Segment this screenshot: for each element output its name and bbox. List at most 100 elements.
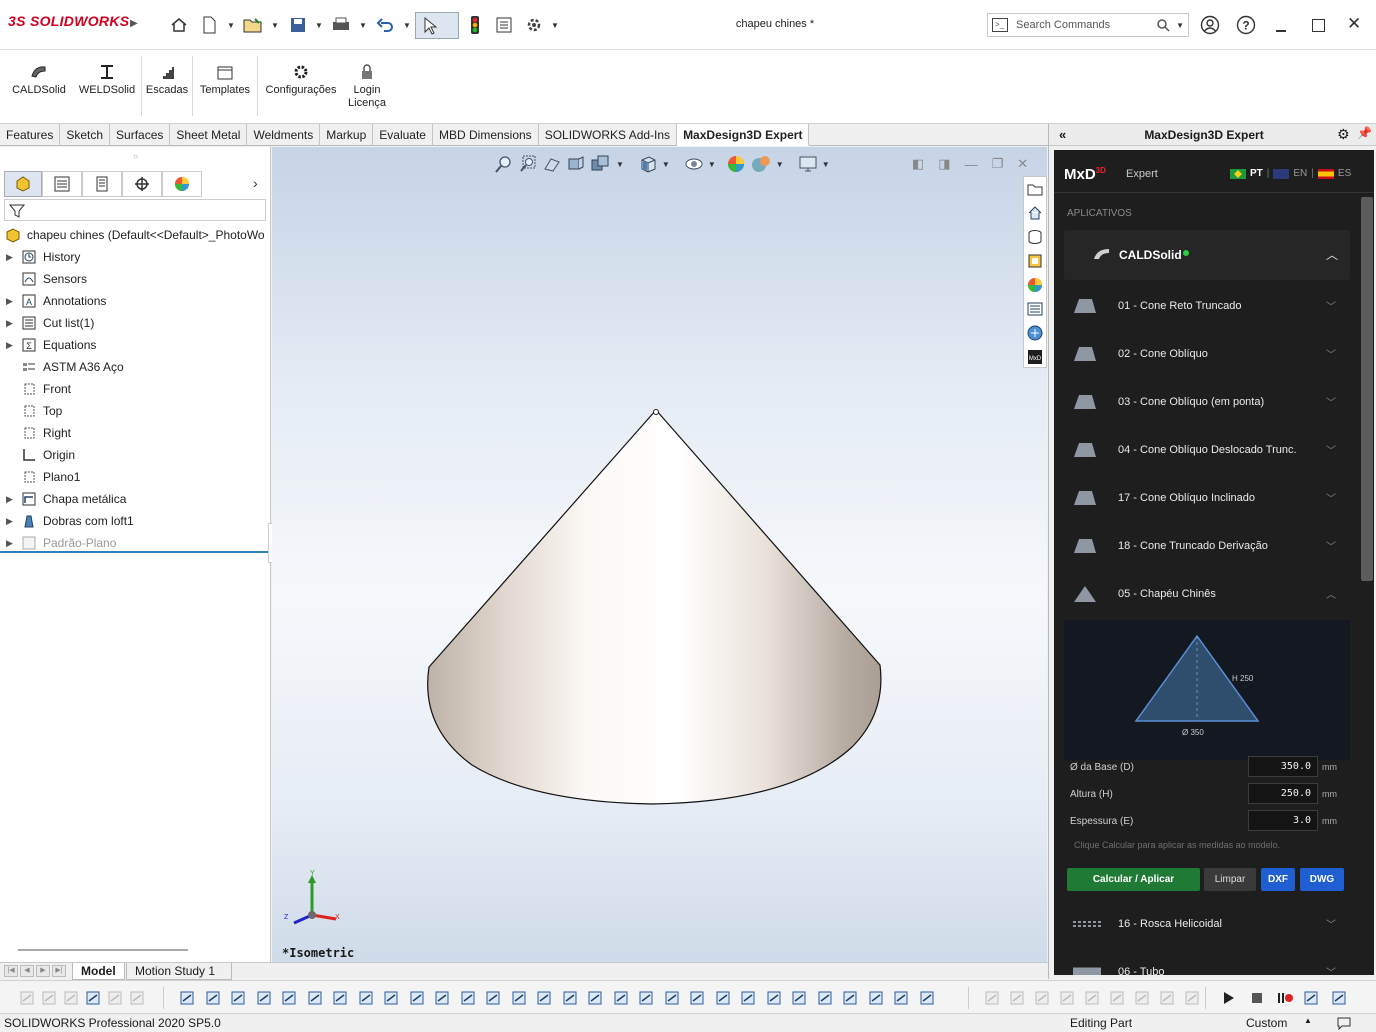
- unit-system-caret-icon[interactable]: ▲: [1304, 1016, 1312, 1025]
- mxd-item-4[interactable]: 04 - Cone Oblíquo Deslocado Trunc. ﹀: [1064, 426, 1350, 474]
- solidworks-logo[interactable]: 3S SOLIDWORKS: [8, 13, 129, 29]
- draft-icon-3[interactable]: [1033, 989, 1051, 1007]
- dimxpert-tab-icon[interactable]: [122, 171, 162, 197]
- tab-evaluate[interactable]: Evaluate: [373, 124, 433, 146]
- print-icon[interactable]: [330, 14, 352, 36]
- tree-item-annotations[interactable]: ▶ A Annotations: [6, 290, 106, 312]
- caldsolid-button[interactable]: CALDSolid: [6, 58, 72, 120]
- configuracoes-button[interactable]: Configurações: [259, 58, 343, 120]
- tree-item-history[interactable]: ▶ History: [6, 246, 80, 268]
- file-properties-icon[interactable]: [493, 14, 515, 36]
- import-icon[interactable]: [1302, 989, 1320, 1007]
- options-gear-icon[interactable]: [523, 14, 545, 36]
- mxd-item-5[interactable]: 17 - Cone Oblíquo Inclinado ﹀: [1064, 474, 1350, 522]
- move-icon[interactable]: [841, 989, 859, 1007]
- ghost-select-icon[interactable]: [128, 989, 146, 1007]
- tree-item-chapa-met-lica[interactable]: ▶ Chapa metálica: [6, 488, 126, 510]
- mxd-item-2[interactable]: 02 - Cone Oblíquo ﹀: [1064, 330, 1350, 378]
- close-icon[interactable]: ✕: [1347, 14, 1361, 34]
- tree-item-sensors[interactable]: Sensors: [6, 268, 87, 290]
- caldsolid-app-header[interactable]: CALDSolid ︿: [1064, 230, 1350, 280]
- spline-icon[interactable]: [663, 989, 681, 1007]
- pin-icon[interactable]: 📌: [1357, 126, 1372, 140]
- uk-flag-icon[interactable]: [1273, 168, 1290, 179]
- section-tool-icon[interactable]: [867, 989, 885, 1007]
- shaded-icon[interactable]: [790, 989, 808, 1007]
- model-tab[interactable]: Model: [72, 963, 125, 980]
- select-tool-button[interactable]: [415, 12, 459, 39]
- rollback-bar[interactable]: [0, 551, 268, 553]
- measure-icon[interactable]: [714, 989, 732, 1007]
- export-icon[interactable]: [1330, 989, 1348, 1007]
- chevron-down-icon[interactable]: ▼: [551, 21, 559, 30]
- align-icon[interactable]: [816, 989, 834, 1007]
- select-icon[interactable]: [84, 989, 102, 1007]
- mirror-icon[interactable]: [892, 989, 910, 1007]
- mxd-item-6[interactable]: 18 - Cone Truncado Derivação ﹀: [1064, 522, 1350, 570]
- tree-item-cut-list-1-[interactable]: ▶ Cut list(1): [6, 312, 94, 334]
- chevron-down-icon[interactable]: ▼: [403, 21, 411, 30]
- last-tab-icon[interactable]: ▶|: [52, 965, 66, 977]
- chevron-down-icon[interactable]: ﹀: [1326, 490, 1336, 505]
- pane-options-gear-icon[interactable]: ⚙: [1337, 126, 1350, 143]
- note-frame-icon[interactable]: [765, 989, 783, 1007]
- property-manager-tab-icon[interactable]: [42, 171, 82, 197]
- tab-mbd-dimensions[interactable]: MBD Dimensions: [433, 124, 539, 146]
- file-explorer-icon[interactable]: [1024, 249, 1046, 273]
- configuration-manager-tab-icon[interactable]: [82, 171, 122, 197]
- home-icon[interactable]: [168, 14, 190, 36]
- search-commands[interactable]: >_ Search Commands ▼: [987, 13, 1189, 37]
- mxd-item-7[interactable]: 05 - Chapéu Chinês ︿: [1064, 570, 1350, 618]
- chevron-down-icon[interactable]: ﹀: [1326, 442, 1336, 457]
- escadas-button[interactable]: Escadas: [143, 58, 191, 120]
- expand-arrow-icon[interactable]: ▶: [6, 318, 20, 329]
- first-tab-icon[interactable]: |◀: [4, 965, 18, 977]
- corner-icon[interactable]: [408, 989, 426, 1007]
- search-tool-icon[interactable]: [612, 989, 630, 1007]
- chevron-down-icon[interactable]: ﹀: [1326, 346, 1336, 361]
- tab-markup[interactable]: Markup: [320, 124, 374, 146]
- brazil-flag-icon[interactable]: [1230, 168, 1246, 179]
- block-icon[interactable]: [484, 989, 502, 1007]
- menu-expand-icon[interactable]: ▶: [130, 18, 138, 29]
- rectangle-icon[interactable]: [229, 989, 247, 1007]
- line-icon[interactable]: [204, 989, 222, 1007]
- mxd-more-item-1[interactable]: 16 - Rosca Helicoidal ﹀: [1064, 900, 1350, 948]
- draft-icon-4[interactable]: [1058, 989, 1076, 1007]
- mxd-item-1[interactable]: 01 - Cone Reto Truncado ﹀: [1064, 282, 1350, 330]
- centerline-icon[interactable]: [357, 989, 375, 1007]
- lang-en[interactable]: EN: [1293, 168, 1307, 179]
- open-folder-tab-icon[interactable]: [1024, 177, 1046, 201]
- undo-icon[interactable]: [374, 14, 396, 36]
- lang-es[interactable]: ES: [1338, 168, 1351, 179]
- slot-icon[interactable]: [382, 989, 400, 1007]
- custom-properties-icon[interactable]: [1024, 297, 1046, 321]
- graphics-viewport[interactable]: ▼ ▼ ▼ ▼ ▼ ◧ ◨ — ❐ ✕ Y X Z *Isometric: [272, 147, 1047, 962]
- user-account-icon[interactable]: [1199, 14, 1221, 36]
- horizontal-scrollbar[interactable]: [18, 949, 188, 951]
- templates-button[interactable]: Templates: [194, 58, 256, 120]
- chevron-down-icon[interactable]: ▼: [359, 21, 367, 30]
- chevron-down-icon[interactable]: ﹀: [1326, 964, 1336, 975]
- expand-arrow-icon[interactable]: ▶: [6, 340, 20, 351]
- tree-item-top[interactable]: Top: [6, 400, 62, 422]
- tab-solidworks-add-ins[interactable]: SOLIDWORKS Add-Ins: [539, 124, 678, 146]
- tree-filter[interactable]: [4, 199, 266, 221]
- display-manager-tab-icon[interactable]: [162, 171, 202, 197]
- cone-model[interactable]: [272, 147, 1047, 962]
- tab-sheet-metal[interactable]: Sheet Metal: [170, 124, 248, 146]
- box-icon[interactable]: [280, 989, 298, 1007]
- calcular-aplicar-button[interactable]: Calcular / Aplicar: [1067, 868, 1200, 891]
- expand-arrow-icon[interactable]: ▶: [6, 296, 20, 307]
- chevron-down-icon[interactable]: ﹀: [1326, 916, 1336, 931]
- tree-item-front[interactable]: Front: [6, 378, 71, 400]
- weldsolid-button[interactable]: WELDSolid: [74, 58, 140, 120]
- chevron-up-icon[interactable]: ︿: [1326, 586, 1336, 601]
- open-folder-icon[interactable]: [242, 14, 264, 36]
- search-input[interactable]: Search Commands: [1016, 19, 1156, 31]
- chevron-down-icon[interactable]: ﹀: [1326, 298, 1336, 313]
- expand-arrow-icon[interactable]: ▶: [6, 494, 20, 505]
- unit-system[interactable]: Custom: [1246, 1016, 1287, 1030]
- expand-arrow-icon[interactable]: ▶: [6, 516, 20, 527]
- construction-icon[interactable]: [306, 989, 324, 1007]
